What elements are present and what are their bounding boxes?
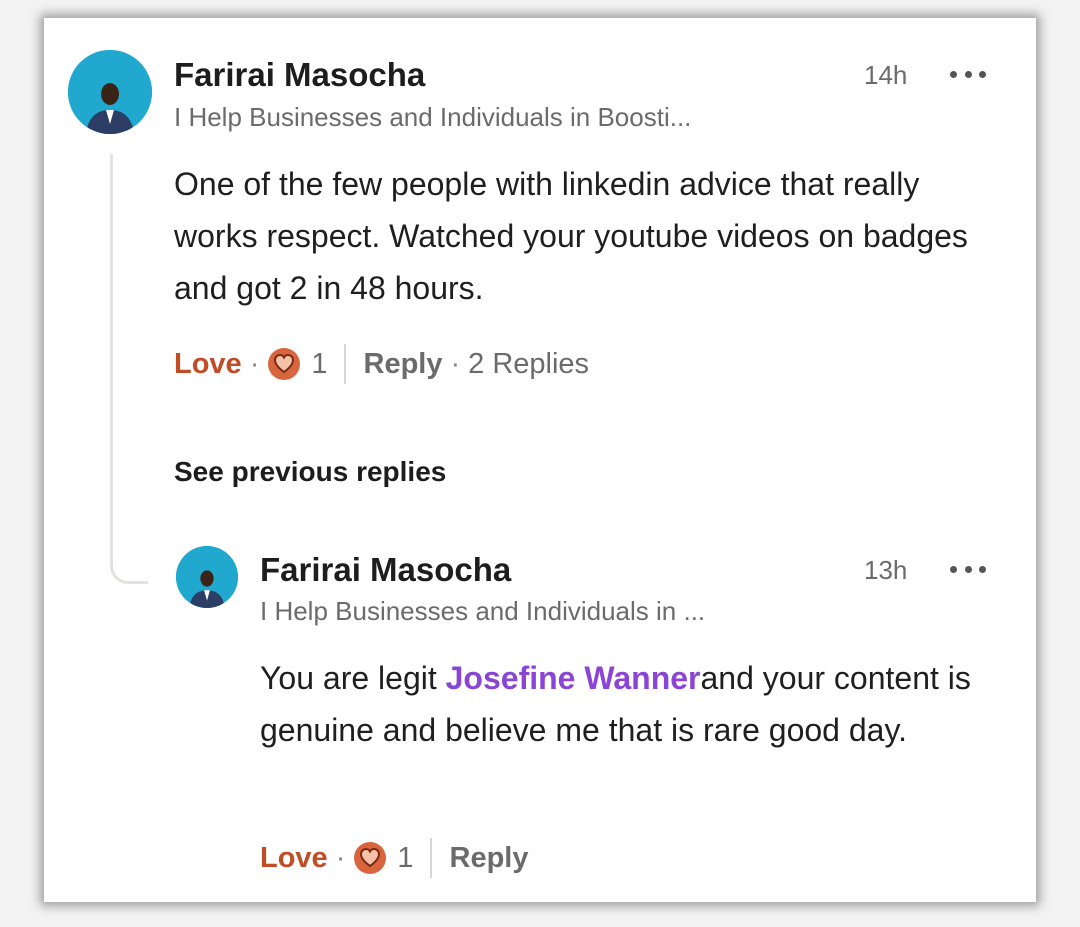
- see-previous-replies-link[interactable]: See previous replies: [174, 456, 446, 488]
- love-reaction-button[interactable]: Love: [260, 842, 328, 875]
- reply-body: You are legit Josefine Wannerand your co…: [260, 652, 980, 756]
- action-divider: [429, 838, 432, 878]
- reply-button[interactable]: Reply: [450, 842, 529, 875]
- mention-link[interactable]: Josefine Wanner: [446, 660, 701, 696]
- comment-author-name[interactable]: Farirai Masocha: [174, 56, 425, 94]
- love-reaction-button[interactable]: Love: [174, 348, 242, 381]
- comment-author-headline: I Help Businesses and Individuals in Boo…: [174, 102, 692, 132]
- reply-timestamp: 13h: [864, 555, 908, 585]
- heart-reaction-icon[interactable]: [353, 841, 387, 875]
- reply-text-before: You are legit: [260, 660, 446, 696]
- comment-card: Farirai Masocha I Help Businesses and In…: [44, 18, 1036, 902]
- comment-body: One of the few people with linkedin advi…: [174, 166, 968, 306]
- separator-dot: ·: [450, 347, 461, 380]
- reaction-count[interactable]: 1: [311, 348, 327, 381]
- reply-author-avatar[interactable]: [176, 546, 238, 608]
- separator-dot: ·: [335, 841, 346, 874]
- reply-author-name[interactable]: Farirai Masocha: [260, 551, 511, 589]
- comment-timestamp: 14h: [864, 60, 908, 90]
- action-divider: [343, 344, 346, 384]
- more-options-icon[interactable]: [950, 69, 986, 79]
- separator-dot: ·: [249, 347, 260, 380]
- avatar-image: [68, 50, 152, 134]
- reply-button[interactable]: Reply: [364, 348, 443, 381]
- reaction-count[interactable]: 1: [397, 842, 413, 875]
- more-options-icon[interactable]: [950, 564, 986, 574]
- heart-reaction-icon[interactable]: [267, 347, 301, 381]
- avatar-image: [176, 546, 238, 608]
- replies-count-link[interactable]: 2 Replies: [468, 348, 589, 381]
- reply-author-headline: I Help Businesses and Individuals in ...: [260, 596, 706, 626]
- reply-actions: Love · 1 Reply: [260, 836, 528, 880]
- author-avatar[interactable]: [68, 50, 152, 134]
- thread-connector-line: [110, 154, 148, 584]
- comment-actions: Love · 1 Reply · 2 Replies: [174, 342, 589, 386]
